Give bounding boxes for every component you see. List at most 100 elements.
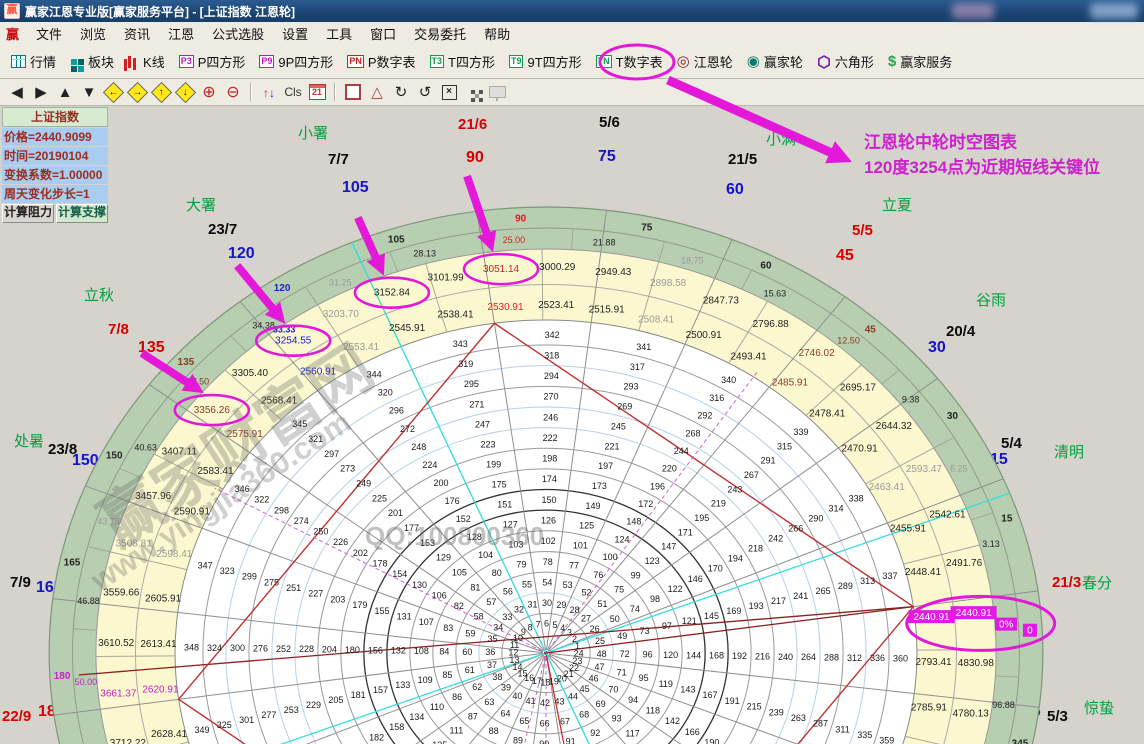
toolbar-label: T数字表 — [616, 52, 663, 71]
main-toolbar: 行情板块K线P3P四方形P99P四方形PNP数字表T3T四方形T99T四方形TN… — [0, 45, 1144, 79]
wheel-outer-label: 21/6 — [458, 116, 487, 133]
blocks-icon — [71, 59, 77, 65]
draw-tool-box-x[interactable]: × — [438, 82, 460, 103]
menu-item-1[interactable]: 浏览 — [71, 22, 115, 45]
wheel-outer-label: 90 — [466, 149, 484, 167]
toolbar-button-2[interactable]: K线 — [121, 49, 172, 75]
draw-tool-calendar[interactable]: 21 — [306, 82, 328, 103]
draw-tool-dia-down[interactable]: ↓ — [174, 82, 196, 103]
draw-tool-cls[interactable]: Cls — [282, 82, 304, 103]
wheel-outer-label: 惊蛰 — [1084, 697, 1114, 718]
toolbar-button-5[interactable]: PNP数字表 — [340, 49, 422, 75]
wheel-outer-label: 处暑 — [14, 430, 44, 451]
panel-button-resistance[interactable]: 计算阻力 — [2, 204, 54, 223]
wheel-outer-label: 120 — [228, 245, 255, 263]
wheel-outer-label: 180 — [38, 703, 65, 721]
draw-tool-arr-up[interactable]: ▲ — [54, 82, 76, 103]
panel-row-3: 周天变化步长=1 — [2, 185, 108, 203]
draw-tool-zoom-in[interactable]: ⊕ — [198, 82, 220, 103]
blurred-patch — [952, 3, 994, 19]
wheel-outer-label: 15 — [990, 451, 1008, 469]
toolbar-button-6[interactable]: T3T四方形 — [423, 49, 502, 75]
toolbar-label: 板块 — [88, 52, 114, 71]
drawing-toolbar: ◀▶▲▼←→↑↓⊕⊖↑↓Cls21△↻↺× — [0, 79, 1144, 106]
window-buttons-blurred — [1090, 3, 1138, 19]
toolbar-button-3[interactable]: P3 P四方形 — [172, 49, 253, 75]
badge-r: PN — [347, 55, 364, 68]
draw-tool-dia-left[interactable]: ← — [102, 82, 124, 103]
wheel-outer-label: 7/9 — [10, 574, 31, 591]
menu-item-8[interactable]: 交易委托 — [405, 22, 475, 45]
wheel-outer-label: 21/5 — [728, 151, 757, 168]
draw-tool-dia-right[interactable]: → — [126, 82, 148, 103]
annotation-line2: 120度3254点为近期短线关键位 — [864, 155, 1100, 180]
toolbar-label: P四方形 — [198, 52, 246, 71]
wheel-outer-label: 30 — [928, 339, 946, 357]
draw-tool-triangle[interactable]: △ — [366, 82, 388, 103]
hexagon-icon — [817, 55, 831, 69]
draw-tool-screen[interactable] — [486, 82, 508, 103]
toolbar-button-8[interactable]: TNT数字表 — [589, 49, 670, 75]
toolbar-label: 赢家服务 — [900, 52, 952, 71]
draw-tool-move[interactable] — [462, 82, 484, 103]
toolbar-separator — [250, 83, 252, 101]
gann-annotation: 江恩轮中轮时空图表 120度3254点为近期短线关键位 — [864, 130, 1100, 180]
wheel-outer-label: 小署 — [298, 122, 328, 143]
toolbar-button-12[interactable]: $赢家服务 — [881, 49, 959, 75]
menu-item-2[interactable]: 资讯 — [115, 22, 159, 45]
draw-tool-sort[interactable]: ↑↓ — [258, 82, 280, 103]
wheel-outer-label: 60 — [726, 181, 744, 199]
toolbar-button-11[interactable]: 六角形 — [810, 49, 881, 75]
menu-item-4[interactable]: 公式选股 — [203, 22, 273, 45]
toolbar-button-10[interactable]: ◉ 赢家轮 — [740, 49, 810, 75]
wheel-outer-label: 20/4 — [946, 323, 975, 340]
app-window: { "window": { "title": "赢家江恩专业版[赢家服务平台] … — [0, 0, 1144, 744]
toolbar-label: K线 — [143, 52, 165, 71]
toolbar-button-7[interactable]: T99T四方形 — [502, 49, 589, 75]
wheel-outer-label: 21/3 — [1052, 574, 1081, 591]
wheel-outer-label: 23/7 — [208, 221, 237, 238]
toolbar-label: 赢家轮 — [764, 52, 803, 71]
wheel-outer-label: 立秋 — [84, 284, 114, 305]
menu-item-7[interactable]: 窗口 — [361, 22, 405, 45]
wheel-outer-label: 45 — [836, 247, 854, 265]
draw-tool-rotate-cw[interactable]: ↻ — [390, 82, 412, 103]
toolbar-button-1[interactable]: 板块 — [63, 49, 121, 75]
toolbar-button-9[interactable]: ◎ 江恩轮 — [670, 49, 740, 75]
draw-tool-rotate-ccw[interactable]: ↺ — [414, 82, 436, 103]
quote-panel: 上证指数 价格=2440.9099时间=20190104变换系数=1.00000… — [2, 107, 108, 223]
menu-item-9[interactable]: 帮助 — [475, 22, 519, 45]
draw-tool-dia-up[interactable]: ↑ — [150, 82, 172, 103]
menu-item-5[interactable]: 设置 — [273, 22, 317, 45]
wheel-outer-label: 清明 — [1054, 441, 1084, 462]
draw-tool-arr-right[interactable]: ▶ — [30, 82, 52, 103]
menu-item-0[interactable]: 文件 — [27, 22, 71, 45]
panel-row-2: 变换系数=1.00000 — [2, 166, 108, 184]
toolbar-label: 9T四方形 — [527, 52, 581, 71]
wheel-outer-label: 135 — [138, 339, 165, 357]
draw-tool-square[interactable] — [342, 82, 364, 103]
winner-wheel-icon: ◉ — [747, 54, 760, 69]
toolbar-button-4[interactable]: P99P四方形 — [252, 49, 340, 75]
wheel-outer-label: 5/4 — [1001, 435, 1022, 452]
chart-area[interactable] — [0, 106, 1144, 744]
toolbar-label: 江恩轮 — [694, 52, 733, 71]
badge-g: T9 — [509, 55, 524, 68]
wheel-outer-label: 小满 — [766, 128, 796, 149]
badge-m: P3 — [179, 55, 194, 68]
window-title: 赢家江恩专业版[赢家服务平台] - [上证指数 江恩轮] — [25, 3, 295, 20]
wheel-outer-label: 谷雨 — [976, 289, 1006, 310]
toolbar-label: T四方形 — [448, 52, 495, 71]
draw-tool-zoom-out[interactable]: ⊖ — [222, 82, 244, 103]
draw-tool-arr-left[interactable]: ◀ — [6, 82, 28, 103]
wheel-outer-label: 0 — [1026, 580, 1035, 598]
draw-tool-arr-down[interactable]: ▼ — [78, 82, 100, 103]
menu-item-6[interactable]: 工具 — [317, 22, 361, 45]
gann-wheel-icon: ◎ — [677, 54, 690, 69]
panel-row-0: 价格=2440.9099 — [2, 128, 108, 146]
toolbar-separator — [334, 83, 336, 101]
panel-button-support[interactable]: 计算支撑 — [56, 204, 108, 223]
menu-bar: 赢 文件浏览资讯江恩公式选股设置工具窗口交易委托帮助 — [0, 22, 1144, 46]
toolbar-button-0[interactable]: 行情 — [4, 49, 63, 75]
menu-item-3[interactable]: 江恩 — [159, 22, 203, 45]
